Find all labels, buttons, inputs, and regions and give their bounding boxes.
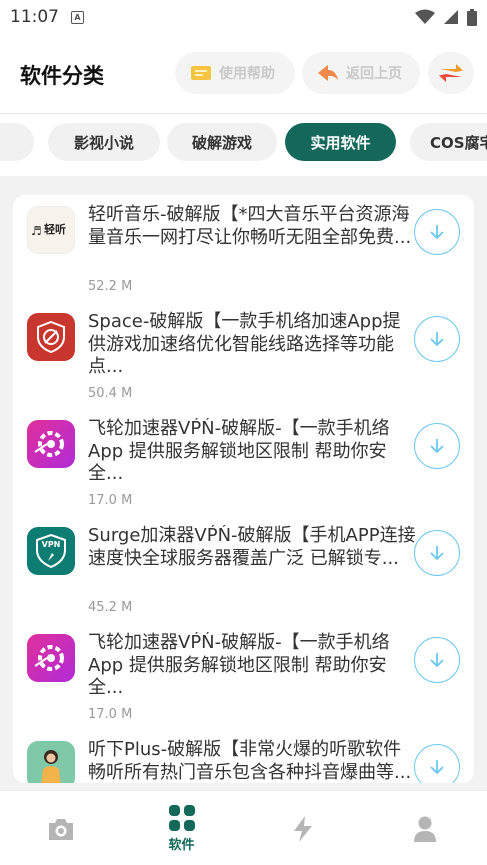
back-label: 返回上页 xyxy=(346,66,402,82)
person-icon xyxy=(413,816,436,842)
app-title: 听下Plus-破解版【非常火爆的听歌软件畅听所有热门音乐包含各种抖音爆曲等... xyxy=(88,739,412,783)
download-button[interactable] xyxy=(414,209,460,255)
nav-camera[interactable] xyxy=(0,791,121,865)
status-time: 11:07 xyxy=(10,7,59,27)
help-label: 使用帮助 xyxy=(219,66,275,82)
download-button[interactable] xyxy=(414,423,460,469)
list-item[interactable]: 听下Plus-破解版【非常火爆的听歌软件畅听所有热门音乐包含各种抖音爆曲等... xyxy=(13,735,474,783)
download-button[interactable] xyxy=(414,744,460,783)
category-tabs: 影视小说 破解游戏 实用软件 COS腐宅 xyxy=(0,114,487,176)
swap-arrows-icon xyxy=(439,64,463,82)
notification-icon: A xyxy=(71,10,84,24)
status-right-icons: ! xyxy=(415,8,477,26)
wifi-icon xyxy=(415,9,435,24)
feilun-logo-icon xyxy=(27,420,75,468)
svg-text:!: ! xyxy=(446,11,449,20)
list-item[interactable]: VPN Surge加涑器VṔŃ-破解版【手机APP连接速度快全球服务器覆盖广泛 … xyxy=(13,521,474,628)
tab-cracked-games[interactable]: 破解游戏 xyxy=(167,123,277,161)
bottom-navigation: 软件 xyxy=(0,790,487,865)
download-arrow-icon xyxy=(430,439,444,454)
tab-movies-novels[interactable]: 影视小说 xyxy=(48,123,160,161)
app-size: 45.2 M xyxy=(88,600,133,615)
page-title: 软件分类 xyxy=(20,64,104,88)
app-title: Space-破解版【一款手机络加速App提供游戏加速络优化智能线路选择等功能 点… xyxy=(88,311,401,377)
app-size: 50.4 M xyxy=(88,386,133,401)
download-button[interactable] xyxy=(414,530,460,576)
app-size: 17.0 M xyxy=(88,493,133,508)
lightning-icon xyxy=(293,815,312,842)
download-arrow-icon xyxy=(430,225,444,240)
app-title: 轻听音乐-破解版【*四大音乐平台资源海量音乐一网打尽让你畅听无阻全部免费... xyxy=(88,204,412,248)
download-button[interactable] xyxy=(414,637,460,683)
app-title: 飞轮加速器VṔŃ-破解版-【一款手机络App 提供服务解锁地区限制 帮助你安全.… xyxy=(88,632,390,698)
surge-vpn-logo-icon: VPN xyxy=(27,527,75,575)
nav-software-label: 软件 xyxy=(168,838,195,853)
app-title: 飞轮加速器VṔŃ-破解版-【一款手机络App 提供服务解锁地区限制 帮助你安全.… xyxy=(88,418,390,484)
back-arrow-icon xyxy=(318,65,338,81)
list-item[interactable]: Space-破解版【一款手机络加速App提供游戏加速络优化智能线路选择等功能 点… xyxy=(13,307,474,414)
space-logo-icon xyxy=(27,313,75,361)
status-bar: 11:07 A ! xyxy=(0,0,487,34)
download-button[interactable] xyxy=(414,316,460,362)
download-arrow-icon xyxy=(430,760,444,775)
app-title: Surge加涑器VṔŃ-破解版【手机APP连接速度快全球服务器覆盖广泛 已解锁专… xyxy=(88,525,416,569)
app-list: ♬ 轻听 轻听音乐-破解版【*四大音乐平台资源海量音乐一网打尽让你畅听无阻全部免… xyxy=(13,195,474,783)
nav-profile[interactable] xyxy=(364,791,485,865)
back-button[interactable]: 返回上页 xyxy=(302,52,420,94)
signal-icon: ! xyxy=(444,10,458,24)
qingting-logo-icon: ♬ 轻听 xyxy=(27,206,75,254)
app-header: 软件分类 使用帮助 返回上页 xyxy=(0,34,487,114)
camera-icon xyxy=(48,818,73,840)
download-arrow-icon xyxy=(430,546,444,561)
tab-cos[interactable]: COS腐宅 xyxy=(410,123,487,161)
svg-text:♬: ♬ xyxy=(31,224,42,238)
feilun-logo-icon xyxy=(27,634,75,682)
switch-button[interactable] xyxy=(428,52,474,94)
nav-lightning[interactable] xyxy=(242,791,363,865)
list-item[interactable]: ♬ 轻听 轻听音乐-破解版【*四大音乐平台资源海量音乐一网打尽让你畅听无阻全部免… xyxy=(13,200,474,307)
tingxia-logo-icon xyxy=(27,741,75,783)
nav-software[interactable]: 软件 xyxy=(121,791,242,865)
tab-partial-left[interactable] xyxy=(0,123,34,161)
list-item[interactable]: 飞轮加速器VṔŃ-破解版-【一款手机络App 提供服务解锁地区限制 帮助你安全.… xyxy=(13,414,474,521)
help-book-icon xyxy=(191,66,211,80)
download-arrow-icon xyxy=(430,653,444,668)
grid-icon xyxy=(168,805,195,831)
help-button[interactable]: 使用帮助 xyxy=(175,52,295,94)
list-item[interactable]: 飞轮加速器VṔŃ-破解版-【一款手机络App 提供服务解锁地区限制 帮助你安全.… xyxy=(13,628,474,735)
tab-utility-software[interactable]: 实用软件 xyxy=(285,123,396,161)
app-size: 52.2 M xyxy=(88,279,133,294)
battery-icon xyxy=(467,8,477,26)
download-arrow-icon xyxy=(430,332,444,347)
app-size: 17.0 M xyxy=(88,707,133,722)
